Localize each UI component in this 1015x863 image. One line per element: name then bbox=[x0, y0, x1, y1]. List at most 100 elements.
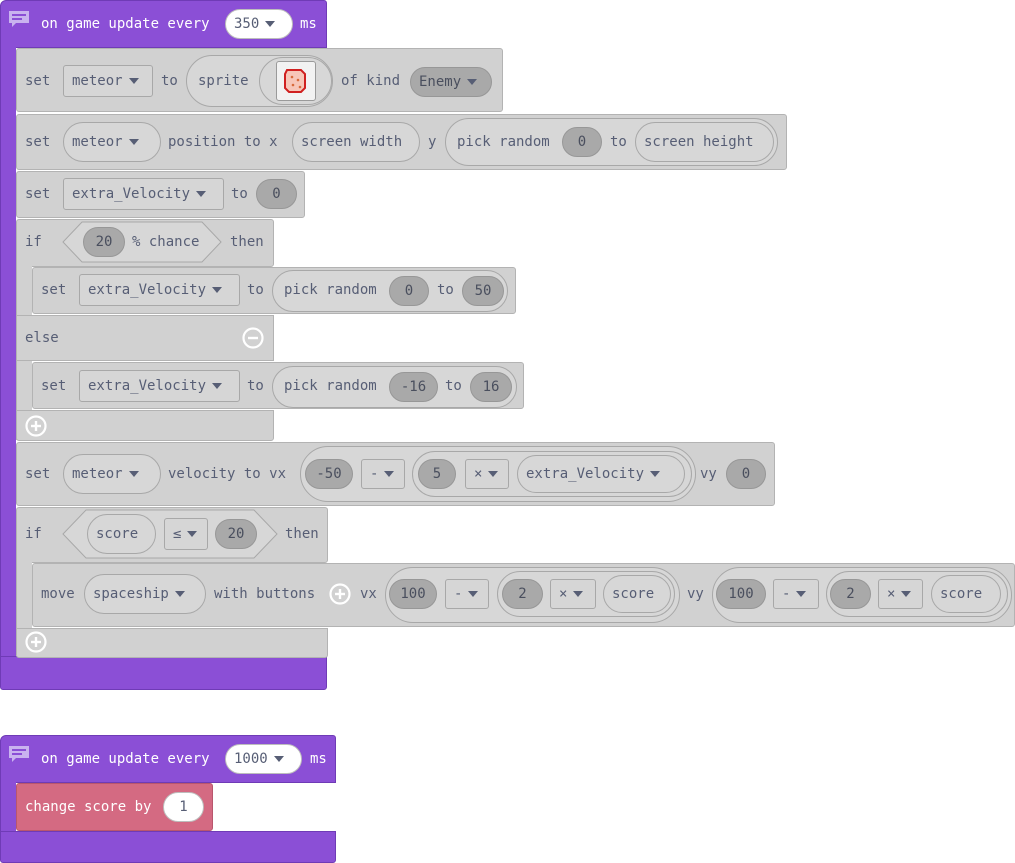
variable-name: extra_Velocity bbox=[526, 466, 645, 482]
operator-dropdown[interactable]: - bbox=[361, 459, 405, 489]
chevron-down-icon bbox=[384, 471, 395, 477]
number-value: 100 bbox=[400, 586, 426, 602]
min-value: -16 bbox=[400, 379, 427, 395]
threshold-number-field[interactable]: 20 bbox=[215, 519, 257, 549]
variable-dropdown[interactable]: extra_Velocity bbox=[79, 370, 240, 402]
set-keyword: set bbox=[25, 466, 51, 482]
if-keyword: if bbox=[25, 526, 42, 542]
number-field[interactable]: 100 bbox=[389, 579, 437, 609]
chevron-down-icon bbox=[467, 79, 478, 85]
screen-height-block[interactable]: screen height bbox=[635, 122, 774, 162]
vy-label: vy bbox=[700, 466, 717, 482]
value-number-field[interactable]: 0 bbox=[256, 179, 297, 209]
min-number-field[interactable]: -16 bbox=[389, 372, 438, 402]
variable-dropdown[interactable]: extra_Velocity bbox=[79, 274, 240, 306]
sprite-keyword: sprite bbox=[198, 73, 249, 89]
score-delta-field[interactable]: 1 bbox=[163, 792, 204, 822]
set-keyword: set bbox=[41, 378, 67, 394]
y-label: y bbox=[428, 134, 437, 150]
chance-number-field[interactable]: 20 bbox=[83, 227, 125, 257]
max-value: 50 bbox=[474, 283, 492, 299]
event-block-spine bbox=[0, 40, 16, 660]
pick-random-label: pick random bbox=[284, 282, 377, 298]
number-value: 0 bbox=[741, 466, 751, 482]
chevron-down-icon bbox=[212, 287, 223, 293]
variable-name: meteor bbox=[72, 73, 123, 89]
chevron-down-icon bbox=[196, 191, 207, 197]
operator-dropdown[interactable]: - bbox=[773, 579, 819, 609]
operator-dropdown[interactable]: - bbox=[445, 579, 489, 609]
comparison-operator-dropdown[interactable]: ≤ bbox=[164, 518, 208, 550]
comment-icon[interactable] bbox=[8, 10, 30, 28]
plus-circle-icon[interactable] bbox=[25, 631, 47, 653]
variable-name: spaceship bbox=[93, 586, 169, 602]
unit-label: ms bbox=[300, 16, 317, 32]
number-field[interactable]: -50 bbox=[305, 459, 353, 489]
plus-circle-icon[interactable] bbox=[25, 415, 47, 437]
sprite-variable-dropdown[interactable]: spaceship bbox=[84, 574, 206, 614]
operator-dropdown[interactable]: × bbox=[465, 459, 509, 489]
score-variable[interactable]: score bbox=[603, 575, 671, 613]
variable-name: meteor bbox=[72, 134, 123, 150]
comment-icon[interactable] bbox=[8, 745, 30, 763]
number-value: 2 bbox=[846, 586, 855, 602]
event-block-spine bbox=[0, 775, 16, 835]
vy-label: vy bbox=[687, 586, 704, 602]
screen-height-label: screen height bbox=[644, 134, 754, 150]
variable-name: extra_Velocity bbox=[88, 378, 207, 394]
max-number-field[interactable]: 50 bbox=[462, 276, 504, 306]
sprite-variable-dropdown[interactable]: meteor bbox=[63, 122, 161, 162]
min-number-field[interactable]: 0 bbox=[389, 276, 429, 306]
vx-label: vx bbox=[360, 586, 377, 602]
to-keyword: to bbox=[247, 378, 264, 394]
operator-symbol: - bbox=[454, 586, 463, 602]
kind-dropdown[interactable]: Enemy bbox=[410, 67, 492, 97]
max-number-field[interactable]: 16 bbox=[470, 372, 512, 402]
chance-value: 20 bbox=[95, 234, 113, 250]
chevron-down-icon bbox=[468, 591, 479, 597]
number-value: 5 bbox=[432, 466, 442, 482]
if-inner-spine bbox=[16, 560, 32, 630]
variable-name: extra_Velocity bbox=[72, 186, 191, 202]
sprite-variable-dropdown[interactable]: meteor bbox=[63, 454, 161, 494]
max-value: 16 bbox=[482, 379, 500, 395]
number-field[interactable]: 100 bbox=[716, 579, 766, 609]
chevron-down-icon bbox=[187, 531, 198, 537]
screen-width-block[interactable]: screen width bbox=[292, 122, 420, 162]
variable-dropdown[interactable]: meteor bbox=[63, 65, 153, 97]
chevron-down-icon bbox=[796, 591, 807, 597]
event-block-footer bbox=[0, 831, 336, 863]
percent-chance-label: % chance bbox=[132, 234, 200, 250]
variable-name: score bbox=[940, 586, 983, 602]
vy-number-field[interactable]: 0 bbox=[726, 459, 766, 489]
pick-random-label: pick random bbox=[284, 378, 377, 394]
number-value: 1 bbox=[179, 799, 188, 815]
unit-label: ms bbox=[310, 751, 327, 767]
score-variable[interactable]: score bbox=[87, 514, 156, 554]
plus-circle-icon[interactable] bbox=[329, 583, 351, 605]
interval-dropdown[interactable]: 350 bbox=[225, 9, 293, 39]
with-buttons-label: with buttons bbox=[214, 586, 316, 602]
change-score-label: change score by bbox=[25, 799, 152, 815]
operator-dropdown[interactable]: × bbox=[878, 579, 923, 609]
operator-symbol: × bbox=[474, 466, 483, 482]
extra-velocity-variable[interactable]: extra_Velocity bbox=[517, 455, 685, 493]
interval-dropdown[interactable]: 1000 bbox=[225, 744, 302, 774]
minus-circle-icon[interactable] bbox=[242, 327, 264, 349]
operator-dropdown[interactable]: × bbox=[550, 579, 596, 609]
number-field[interactable]: 5 bbox=[418, 459, 456, 489]
score-variable[interactable]: score bbox=[931, 575, 1001, 613]
to-keyword: to bbox=[437, 282, 454, 298]
number-field[interactable]: 2 bbox=[502, 579, 543, 609]
pick-random-label: pick random bbox=[457, 134, 550, 150]
number-field[interactable]: 2 bbox=[830, 579, 871, 609]
min-value: 0 bbox=[404, 283, 414, 299]
operator-symbol: × bbox=[559, 586, 568, 602]
min-number-field[interactable]: 0 bbox=[562, 127, 602, 157]
operator-symbol: - bbox=[370, 466, 379, 482]
sprite-thumbnail-icon[interactable] bbox=[276, 61, 316, 101]
if-block-footer bbox=[16, 410, 274, 441]
if-block-footer bbox=[16, 628, 328, 658]
to-keyword: to bbox=[161, 73, 178, 89]
variable-dropdown[interactable]: extra_Velocity bbox=[63, 178, 224, 210]
